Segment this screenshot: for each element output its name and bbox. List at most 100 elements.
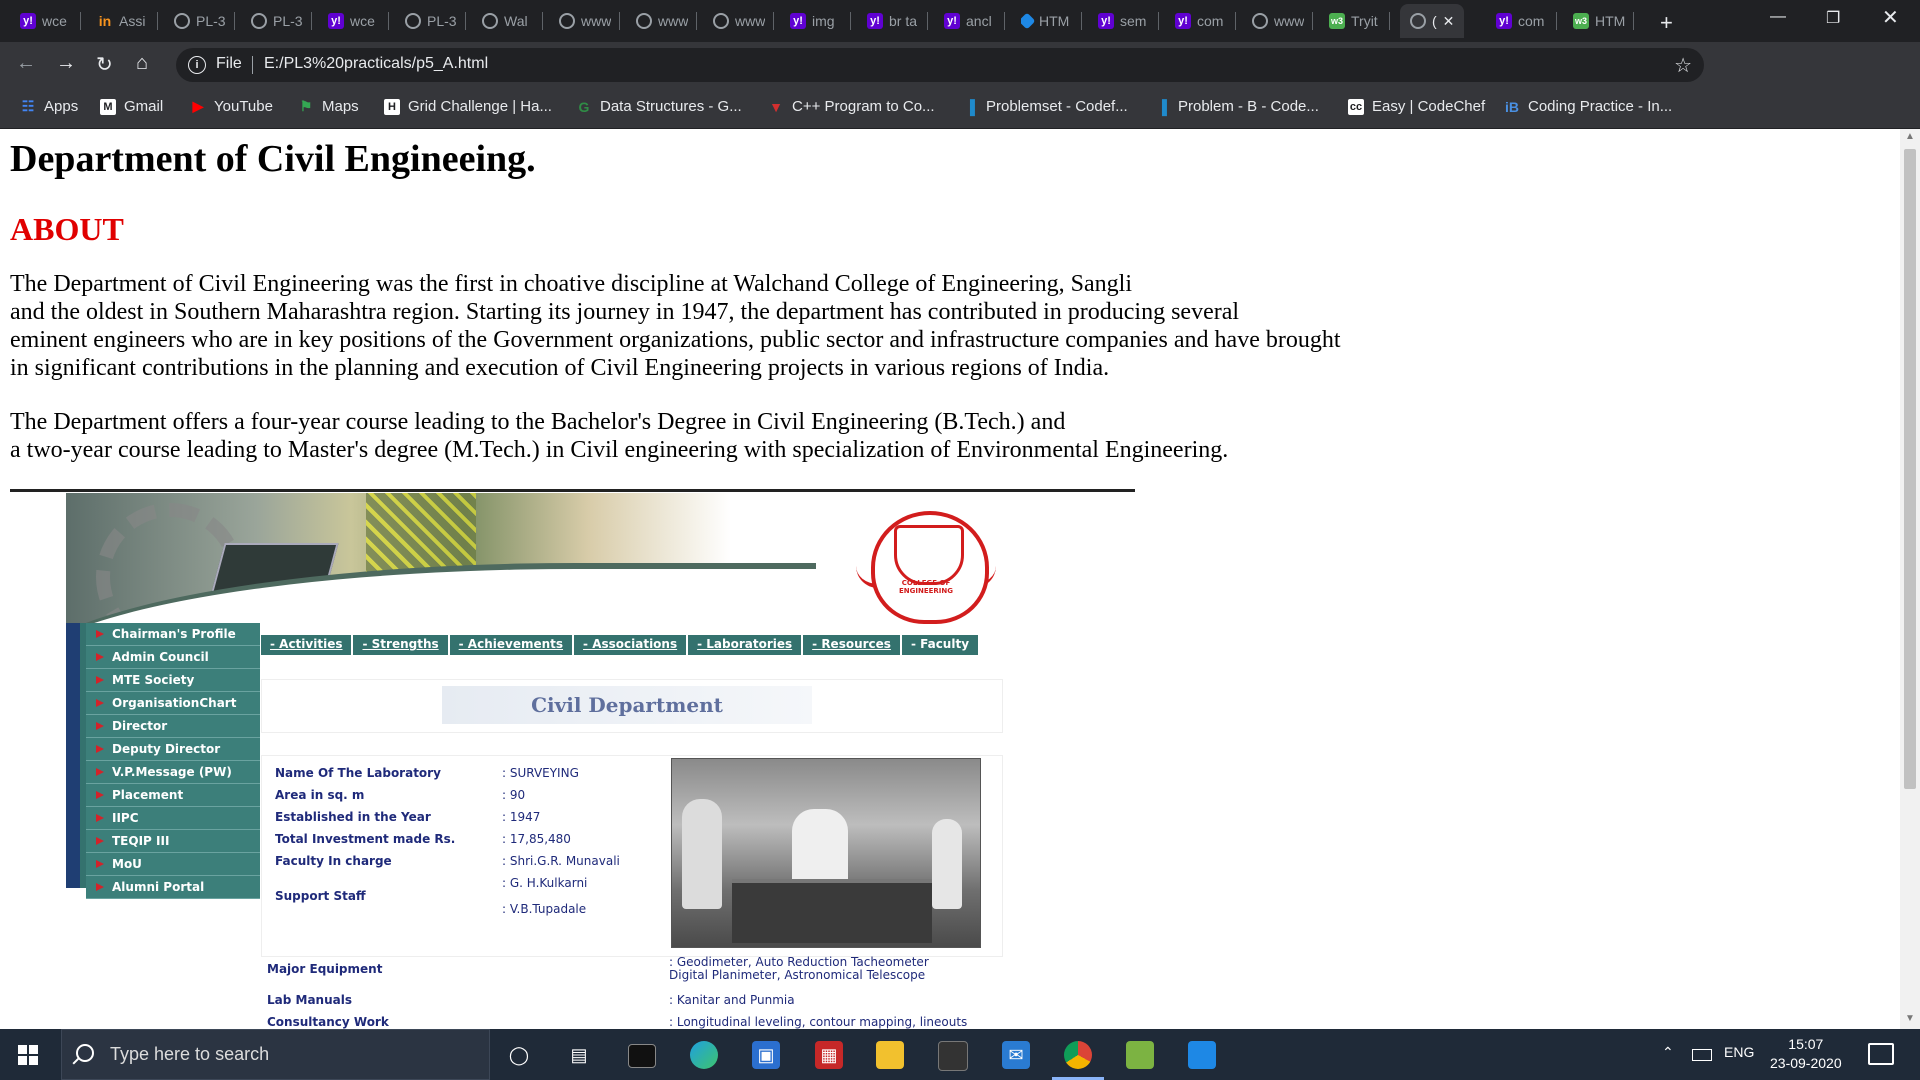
bookmark-item[interactable]: ▐ Problem - B - Code... xyxy=(1154,98,1319,115)
battery-icon[interactable] xyxy=(1692,1049,1712,1061)
department-label: Civil Department xyxy=(442,686,812,724)
browser-tab[interactable]: www xyxy=(1252,6,1304,36)
tab-separator xyxy=(388,12,389,30)
cortana-icon[interactable]: ◯ xyxy=(505,1041,533,1069)
browser-tab[interactable]: y! ancl xyxy=(944,6,992,36)
bookmark-item[interactable]: iB Coding Practice - In... xyxy=(1504,98,1672,115)
about-line-1: The Department of Civil Engineering was … xyxy=(10,271,1132,297)
tab-separator xyxy=(311,12,312,30)
browser-tab[interactable]: w3 Tryit xyxy=(1329,6,1378,36)
tab-label: ancl xyxy=(966,13,992,29)
chrome-icon[interactable] xyxy=(1064,1041,1092,1069)
address-url[interactable]: E:/PL3%20practicals/p5_A.html xyxy=(264,55,488,73)
notepad-icon[interactable] xyxy=(1126,1041,1154,1069)
address-bar[interactable]: i File E:/PL3%20practicals/p5_A.html ☆ xyxy=(176,48,1704,82)
browser-tab[interactable]: y! com xyxy=(1175,6,1223,36)
bookmark-item[interactable]: ▼ C++ Program to Co... xyxy=(768,98,935,115)
browser-tab[interactable]: y! wce xyxy=(328,6,375,36)
browser-tab[interactable]: y! com xyxy=(1496,6,1544,36)
browser-tab[interactable]: y! br ta xyxy=(867,6,917,36)
tab-label: www xyxy=(581,13,612,29)
taskbar-search-box[interactable]: Type here to search xyxy=(61,1029,490,1080)
scroll-down-icon[interactable]: ▼ xyxy=(1905,1013,1915,1024)
language-indicator[interactable]: ENG xyxy=(1724,1044,1754,1060)
minimize-button[interactable]: — xyxy=(1770,8,1786,26)
store-icon[interactable]: ▣ xyxy=(752,1041,780,1069)
browser-tab[interactable]: y! img xyxy=(790,6,835,36)
tray-chevron-icon[interactable]: ⌃ xyxy=(1662,1044,1674,1061)
browser-tab[interactable]: PL-3 xyxy=(251,6,303,36)
college-site-image: COLLEGE OF ENGINEERING Chairman's Profil… xyxy=(66,493,1016,1029)
terminal-icon[interactable] xyxy=(628,1044,656,1068)
browser-tab[interactable]: Wal xyxy=(482,6,528,36)
notifications-icon[interactable] xyxy=(1868,1043,1894,1065)
bookmark-item[interactable]: cc Easy | CodeChef xyxy=(1348,98,1485,115)
site-nav-item: Director xyxy=(86,715,260,738)
browser-tab[interactable]: y! sem xyxy=(1098,6,1146,36)
bookmark-star-icon[interactable]: ☆ xyxy=(1674,53,1692,78)
tab-label: Assi xyxy=(119,13,146,29)
hackerrank-icon: H xyxy=(384,98,400,115)
photos-icon[interactable] xyxy=(1188,1041,1216,1069)
home-button[interactable]: ⌂ xyxy=(136,52,148,75)
w3schools-icon: w3 xyxy=(1573,13,1589,29)
tab-separator xyxy=(696,12,697,30)
browser-tab[interactable]: (✕ xyxy=(1400,4,1465,38)
tab-label: www xyxy=(735,13,766,29)
bookmark-item[interactable]: ☷ Apps xyxy=(20,98,78,115)
yahoo-icon: y! xyxy=(867,13,883,29)
vertical-scrollbar[interactable]: ▲ ▼ xyxy=(1900,129,1920,1029)
bookmark-item[interactable]: ▶ YouTube xyxy=(190,98,273,115)
browser-tab[interactable]: w3 HTM xyxy=(1573,6,1625,36)
bookmark-item[interactable]: H Grid Challenge | Ha... xyxy=(384,98,552,115)
restore-button[interactable]: ❐ xyxy=(1826,8,1840,28)
lab-field-label: Support Staff xyxy=(275,889,366,903)
browser-tab[interactable]: y! wce xyxy=(20,6,67,36)
browser-tab[interactable]: PL-3 xyxy=(405,6,457,36)
globe-icon xyxy=(174,13,190,29)
back-button[interactable]: ← xyxy=(16,52,36,75)
globe-icon xyxy=(713,13,729,29)
lab-field-label: Lab Manuals xyxy=(267,993,352,1007)
reload-button[interactable]: ↻ xyxy=(96,52,113,77)
bookmark-item[interactable]: ▐ Problemset - Codef... xyxy=(962,98,1128,115)
browser-tab[interactable]: HTM xyxy=(1021,6,1069,36)
page-title: Department of Civil Engineeing. xyxy=(10,138,536,180)
site-nav-item: MoU xyxy=(86,853,260,876)
windows-start-icon[interactable] xyxy=(18,1045,38,1065)
site-top-nav-item: - Laboratories xyxy=(688,635,804,655)
site-top-nav-item: - Strengths xyxy=(353,635,450,655)
info-icon[interactable]: i xyxy=(188,56,206,74)
tab-separator xyxy=(619,12,620,30)
close-tab-icon[interactable]: ✕ xyxy=(1443,13,1455,30)
forward-button[interactable]: → xyxy=(56,52,76,75)
scroll-thumb[interactable] xyxy=(1904,149,1916,789)
lab-field-value: : 1947 xyxy=(502,810,541,824)
gift-icon[interactable]: ▦ xyxy=(815,1041,843,1069)
tab-separator xyxy=(80,12,81,30)
browser-tab[interactable]: PL-3 xyxy=(174,6,226,36)
close-window-button[interactable]: ✕ xyxy=(1882,5,1899,30)
tab-label: www xyxy=(658,13,689,29)
bookmark-item[interactable]: ⚑ Maps xyxy=(298,98,359,115)
edge-icon[interactable] xyxy=(690,1041,718,1069)
app-icon[interactable] xyxy=(938,1041,968,1071)
site-nav-item: V.P.Message (PW) xyxy=(86,761,260,784)
bookmark-item[interactable]: G Data Structures - G... xyxy=(576,98,742,115)
scroll-up-icon[interactable]: ▲ xyxy=(1905,131,1915,142)
site-nav-item: Placement xyxy=(86,784,260,807)
system-clock[interactable]: 15:07 23-09-2020 xyxy=(1770,1035,1842,1073)
bookmark-label: Maps xyxy=(322,98,359,115)
browser-tab[interactable]: www xyxy=(713,6,765,36)
browser-tab[interactable]: www xyxy=(559,6,611,36)
new-tab-button[interactable]: + xyxy=(1660,10,1673,36)
lab-field-label: Established in the Year xyxy=(275,810,431,824)
task-view-icon[interactable]: ▤ xyxy=(565,1041,593,1069)
bookmark-item[interactable]: M Gmail xyxy=(100,98,163,115)
tab-label: PL-3 xyxy=(273,13,303,29)
browser-tab[interactable]: www xyxy=(636,6,688,36)
site-top-nav: - Activities - Strengths - Achievements - A… xyxy=(261,635,979,655)
mail-icon[interactable]: ✉ xyxy=(1002,1041,1030,1069)
file-explorer-icon[interactable] xyxy=(876,1041,904,1069)
browser-tab[interactable]: in Assi xyxy=(97,6,146,36)
